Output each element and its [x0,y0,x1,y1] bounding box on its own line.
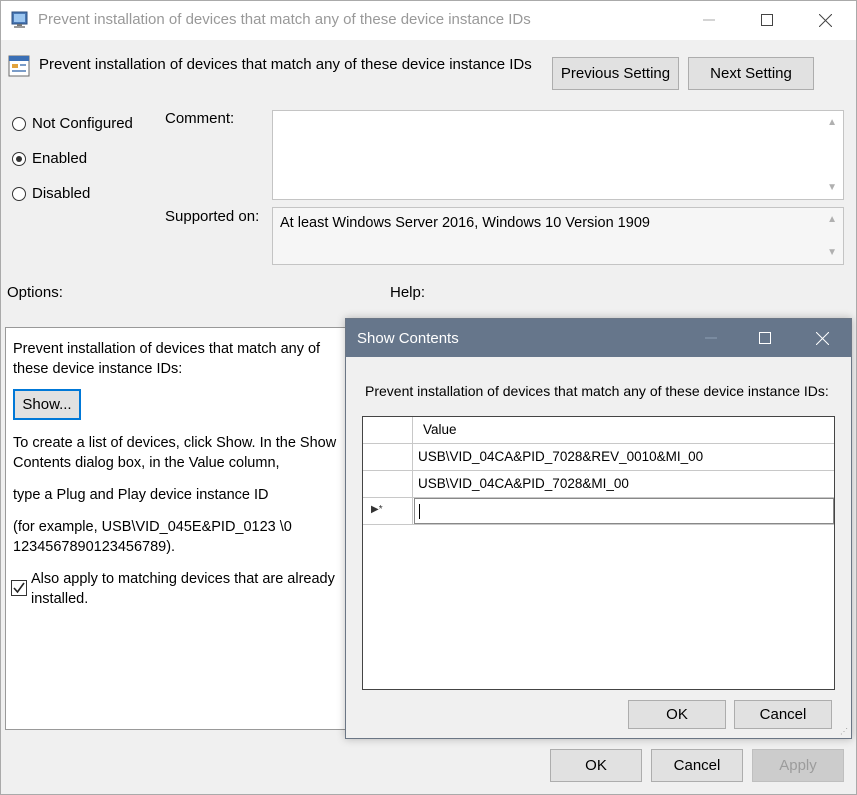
dialog-maximize-button[interactable] [738,319,792,357]
row-header-cell [363,417,413,443]
supported-on-field: At least Windows Server 2016, Windows 10… [272,207,844,265]
row-header-cell [363,444,413,470]
new-value-input[interactable] [414,498,834,524]
radio-disabled[interactable]: Disabled [12,185,90,202]
radio-disabled-circle[interactable] [12,186,26,201]
options-panel: Prevent installation of devices that mat… [5,327,351,730]
apply-button[interactable]: Apply [752,749,844,782]
checkmark-icon [13,582,25,594]
dialog-prompt: Prevent installation of devices that mat… [365,383,829,399]
minimize-icon [705,337,717,339]
dialog-ok-button[interactable]: OK [628,700,726,729]
dialog-title-bar: Show Contents [346,319,851,357]
grid-header-row: Value [363,417,834,444]
supported-on-label: Supported on: [165,208,260,225]
value-cell[interactable]: USB\VID_04CA&PID_7028&MI_00 [418,476,629,491]
column-header-value[interactable]: Value [423,422,457,437]
values-grid[interactable]: Value USB\VID_04CA&PID_7028&REV_0010&MI_… [362,416,835,690]
dialog-close-button[interactable] [795,319,849,357]
scroll-up-icon[interactable]: ▲ [827,214,837,225]
radio-enabled[interactable]: Enabled [12,150,87,167]
also-apply-label: Also apply to matching devices that are … [31,571,335,607]
options-help-line1: To create a list of devices, click Show.… [13,435,337,471]
options-help-line3: (for example, USB\VID_045E&PID_0123 \012… [13,519,292,555]
scroll-up-icon[interactable]: ▲ [827,117,837,128]
show-button[interactable]: Show... [13,389,81,420]
scroll-down-icon[interactable]: ▼ [827,247,837,258]
radio-not-configured-label: Not Configured [32,115,133,132]
close-icon [815,331,829,345]
show-contents-dialog: Show Contents Prevent installation of de… [345,318,852,739]
policy-name: Prevent installation of devices that mat… [39,56,532,73]
dialog-minimize-button[interactable] [684,319,738,357]
dialog-cancel-button[interactable]: Cancel [734,700,832,729]
maximize-button[interactable] [738,0,796,40]
dialog-title: Show Contents [357,330,459,347]
supported-on-value: At least Windows Server 2016, Windows 10… [280,215,650,231]
radio-not-configured-circle[interactable] [12,116,26,131]
next-setting-button[interactable]: Next Setting [688,57,814,90]
close-button[interactable] [796,0,854,40]
comment-field[interactable]: ▲ ▼ [272,110,844,200]
comment-label: Comment: [165,110,235,127]
options-label: Options: [7,284,63,301]
table-row[interactable]: USB\VID_04CA&PID_7028&MI_00 [363,471,834,498]
also-apply-checkbox[interactable] [11,580,27,596]
radio-not-configured[interactable]: Not Configured [12,115,133,132]
scroll-down-icon[interactable]: ▼ [827,182,837,193]
title-bar: Prevent installation of devices that mat… [0,0,857,40]
new-row[interactable]: ▶* [363,498,834,525]
table-row[interactable]: USB\VID_04CA&PID_7028&REV_0010&MI_00 [363,444,834,471]
policy-window-icon [10,10,30,30]
radio-enabled-label: Enabled [32,150,88,167]
ok-button[interactable]: OK [550,749,642,782]
new-row-marker-icon: ▶* [371,504,383,515]
close-icon [818,13,832,27]
row-header-cell: ▶* [363,498,413,524]
options-help-line2: type a Plug and Play device instance ID [13,487,269,503]
window-title: Prevent installation of devices that mat… [38,11,531,28]
resize-grip-icon[interactable]: ⋰ [840,727,848,736]
maximize-icon [759,332,771,344]
previous-setting-button[interactable]: Previous Setting [552,57,679,90]
radio-disabled-label: Disabled [32,185,91,202]
cancel-button[interactable]: Cancel [651,749,743,782]
text-caret [419,504,420,519]
minimize-button[interactable] [680,0,738,40]
help-label: Help: [390,284,426,301]
radio-enabled-circle[interactable] [12,151,26,166]
options-intro: Prevent installation of devices that mat… [13,341,321,377]
row-header-cell [363,471,413,497]
maximize-icon [761,14,773,26]
policy-icon [8,55,30,77]
minimize-icon [703,19,715,21]
value-cell[interactable]: USB\VID_04CA&PID_7028&REV_0010&MI_00 [418,449,703,464]
